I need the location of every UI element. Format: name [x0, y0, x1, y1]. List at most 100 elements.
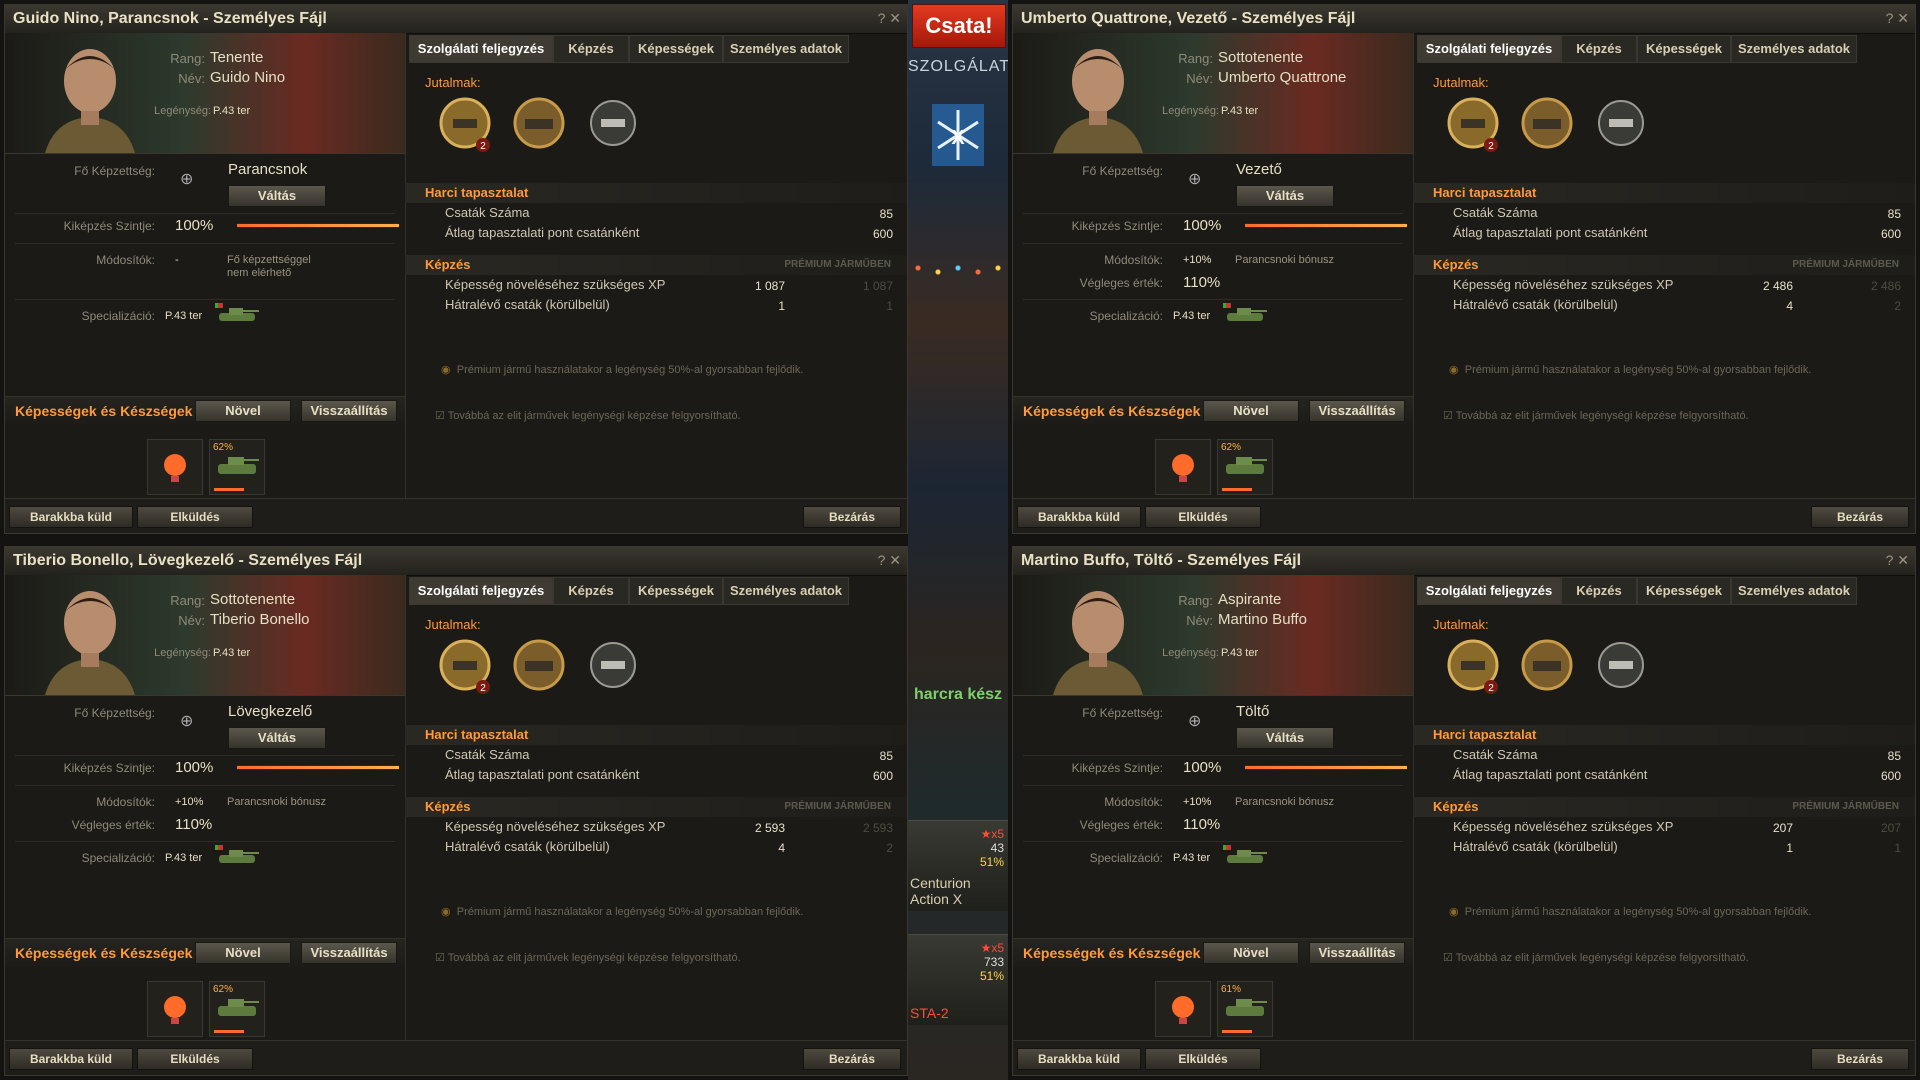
medal-icon[interactable] [509, 635, 569, 695]
skill-tile-1[interactable] [147, 439, 203, 495]
tab-service-record[interactable]: Szolgálati feljegyzés [1417, 35, 1561, 63]
final-value-label: Végleges érték: [1079, 818, 1163, 832]
dismiss-button[interactable]: Elküldés [1145, 506, 1261, 528]
tab-personal-data[interactable]: Személyes adatok [723, 35, 849, 63]
reset-button[interactable]: Visszaállítás [1309, 942, 1405, 964]
elite-icon: ☑ [1443, 952, 1453, 964]
skill-tile-2[interactable]: 62% [209, 981, 265, 1037]
skill-tile-2[interactable]: 62% [209, 439, 265, 495]
tab-training[interactable]: Képzés [1561, 35, 1637, 63]
tab-training[interactable]: Képzés [553, 35, 629, 63]
tab-training[interactable]: Képzés [1561, 577, 1637, 605]
medal-icon[interactable] [1517, 635, 1577, 695]
switch-role-button[interactable]: Váltás [228, 185, 326, 207]
skill-tile-1[interactable] [1155, 439, 1211, 495]
premium-icon: ◉ [441, 906, 451, 918]
avg-xp-label: Átlag tapasztalati pont csatánként [445, 767, 640, 782]
tab-service-record[interactable]: Szolgálati feljegyzés [1417, 577, 1561, 605]
combat-exp-header: Harci tapasztalat [1413, 725, 1915, 745]
snowflake-emblem-icon[interactable]: X [928, 100, 988, 170]
skill-tile-2[interactable]: 62% [1217, 439, 1273, 495]
tab-personal-data[interactable]: Személyes adatok [1731, 577, 1857, 605]
switch-role-button[interactable]: Váltás [1236, 727, 1334, 749]
rank-label: Rang: [170, 51, 205, 66]
skills-title: Képességek és Készségek [1023, 945, 1201, 961]
details-pane: Szolgálati feljegyzés Képzés Képességek … [405, 33, 907, 499]
badge-icon[interactable] [583, 635, 643, 695]
increase-button[interactable]: Növel [1203, 942, 1299, 964]
dismiss-button[interactable]: Elküldés [137, 506, 253, 528]
combat-exp-header: Harci tapasztalat [405, 725, 907, 745]
window-title-bar[interactable]: Tiberio Bonello, Lövegkezelő - Személyes… [5, 547, 907, 576]
badge-icon[interactable] [1591, 635, 1651, 695]
rank-label: Rang: [1178, 593, 1213, 608]
elite-note-text: Továbbá az elit járművek legénységi képz… [447, 410, 741, 422]
help-icon[interactable]: ? [878, 552, 886, 568]
crew-header: Rang: Aspirante Név: Martino Buffo Legén… [1013, 575, 1413, 696]
dismiss-button[interactable]: Elküldés [1145, 1048, 1261, 1070]
window-title-bar[interactable]: Martino Buffo, Töltő - Személyes Fájl ? … [1013, 547, 1915, 576]
close-button[interactable]: Bezárás [803, 506, 901, 528]
medal-icon[interactable]: 2 [1443, 93, 1503, 153]
help-icon[interactable]: ? [1886, 552, 1894, 568]
badge-icon[interactable] [1591, 93, 1651, 153]
medal-icon[interactable] [509, 93, 569, 153]
skill-tile-1[interactable] [147, 981, 203, 1037]
medal-icon[interactable] [1517, 93, 1577, 153]
close-button[interactable]: Bezárás [1811, 506, 1909, 528]
tab-training[interactable]: Képzés [553, 577, 629, 605]
qualification-label: Fő Képzettség: [1082, 164, 1163, 178]
switch-role-button[interactable]: Váltás [228, 727, 326, 749]
send-to-barracks-button[interactable]: Barakkba küld [9, 1048, 133, 1070]
tab-skills[interactable]: Képességek [629, 35, 723, 63]
skill-tile-2[interactable]: 61% [1217, 981, 1273, 1037]
tab-service-record[interactable]: Szolgálati feljegyzés [409, 577, 553, 605]
send-to-barracks-button[interactable]: Barakkba küld [1017, 506, 1141, 528]
increase-button[interactable]: Növel [1203, 400, 1299, 422]
skill-tile-1[interactable] [1155, 981, 1211, 1037]
reset-button[interactable]: Visszaállítás [301, 942, 397, 964]
close-icon[interactable]: ✕ [1897, 552, 1909, 568]
rank-value: Aspirante [1218, 591, 1282, 608]
send-to-barracks-button[interactable]: Barakkba küld [1017, 1048, 1141, 1070]
reset-button[interactable]: Visszaállítás [301, 400, 397, 422]
increase-button[interactable]: Növel [195, 942, 291, 964]
close-icon[interactable]: ✕ [1897, 10, 1909, 26]
training-level-label: Kiképzés Szintje: [1071, 219, 1163, 233]
training-bar-fill [237, 224, 399, 227]
switch-role-button[interactable]: Váltás [1236, 185, 1334, 207]
help-icon[interactable]: ? [1886, 10, 1894, 26]
reset-button[interactable]: Visszaállítás [1309, 400, 1405, 422]
tab-service-record[interactable]: Szolgálati feljegyzés [409, 35, 553, 63]
dismiss-button[interactable]: Elküldés [137, 1048, 253, 1070]
modifier-value: +10% [175, 796, 204, 808]
tab-personal-data[interactable]: Személyes adatok [1731, 35, 1857, 63]
premium-vehicle-label: PRÉMIUM JÁRMŰBEN [1792, 801, 1899, 812]
elite-icon: ☑ [435, 952, 445, 964]
increase-button[interactable]: Növel [195, 400, 291, 422]
vehicle-card[interactable]: ★x5 733 51% STA-2 [908, 934, 1008, 1025]
help-icon[interactable]: ? [878, 10, 886, 26]
close-icon[interactable]: ✕ [889, 552, 901, 568]
name-label: Név: [178, 613, 205, 628]
medal-icon[interactable]: 2 [435, 93, 495, 153]
tab-personal-data[interactable]: Személyes adatok [723, 577, 849, 605]
close-button[interactable]: Bezárás [1811, 1048, 1909, 1070]
battle-button[interactable]: Csata! [912, 4, 1006, 48]
medal-icon[interactable]: 2 [435, 635, 495, 695]
close-icon[interactable]: ✕ [889, 10, 901, 26]
premium-vehicle-label: PRÉMIUM JÁRMŰBEN [784, 801, 891, 812]
crew-label: Legénység: [1162, 105, 1219, 117]
close-button[interactable]: Bezárás [803, 1048, 901, 1070]
svg-text:2: 2 [480, 141, 486, 152]
tab-skills[interactable]: Képességek [629, 577, 723, 605]
badge-icon[interactable] [583, 93, 643, 153]
skills-header: Képességek és Készségek Növel Visszaállí… [1013, 938, 1413, 967]
tab-skills[interactable]: Képességek [1637, 35, 1731, 63]
window-title-bar[interactable]: Umberto Quattrone, Vezető - Személyes Fá… [1013, 5, 1915, 34]
send-to-barracks-button[interactable]: Barakkba küld [9, 506, 133, 528]
tab-skills[interactable]: Képességek [1637, 577, 1731, 605]
medal-icon[interactable]: 2 [1443, 635, 1503, 695]
vehicle-card[interactable]: ★x5 43 51% Centurion Action X [908, 820, 1008, 911]
window-title-bar[interactable]: Guido Nino, Parancsnok - Személyes Fájl … [5, 5, 907, 34]
